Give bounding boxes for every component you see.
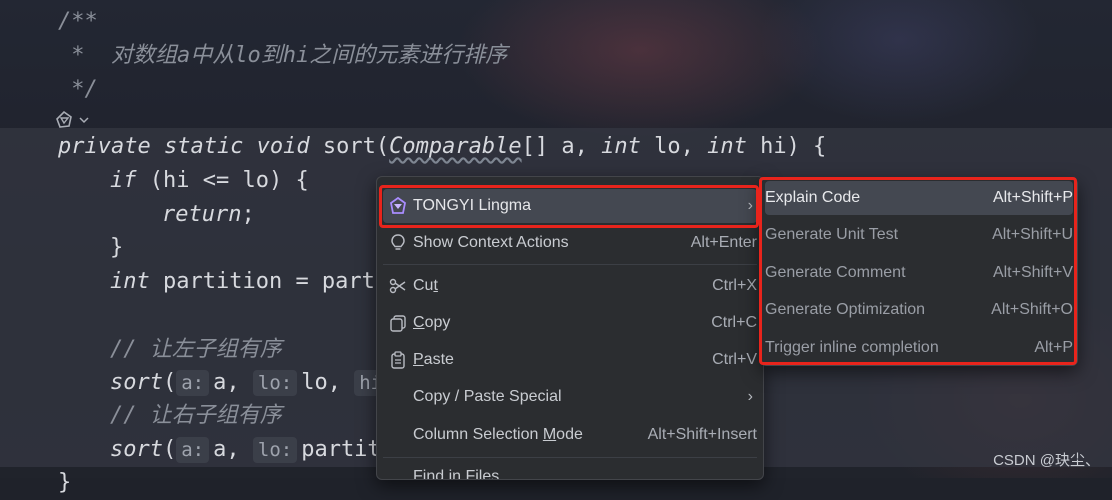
code-line: */ <box>58 77 98 102</box>
submenu-item-explain-code[interactable]: Explain Code Alt+Shift+P <box>765 181 1073 215</box>
param-hint: lo: <box>252 437 298 463</box>
code-comment: // 让右子组有序 <box>110 403 282 428</box>
method-signature: private static void sort(Comparable[] a,… <box>58 134 827 159</box>
code-line: /** <box>58 9 98 34</box>
code-line: * 对数组a中从lo到hi之间的元素进行排序 <box>58 43 508 68</box>
menu-item-tongyi-lingma[interactable]: TONGYI Lingma › <box>383 189 757 223</box>
code-line: int partition = parti <box>110 269 389 294</box>
submenu-item-trigger-inline-completion[interactable]: Trigger inline completion Alt+P <box>765 331 1073 365</box>
menu-item-show-context-actions[interactable]: Show Context Actions Alt+Enter <box>383 226 757 260</box>
code-line: sort(a:a, lo:lo, hi: <box>110 366 403 400</box>
menu-separator <box>383 264 757 265</box>
code-line: } <box>110 235 124 260</box>
code-line: return; <box>162 202 255 227</box>
menu-separator <box>383 457 757 458</box>
context-menu: TONGYI Lingma › Show Context Actions Alt… <box>376 176 764 480</box>
bulb-icon <box>383 234 413 252</box>
code-line: if (hi <= lo) { <box>110 168 309 193</box>
code-comment: // 让左子组有序 <box>110 337 282 362</box>
param-hint: a: <box>176 437 210 463</box>
code-line: sort(a: a, lo: partiti <box>110 437 394 463</box>
submenu-item-generate-comment[interactable]: Generate Comment Alt+Shift+V <box>765 256 1073 290</box>
menu-item-copy-paste-special[interactable]: Copy / Paste Special › <box>383 380 757 414</box>
lingma-submenu: Explain Code Alt+Shift+P Generate Unit T… <box>760 178 1078 366</box>
code-line: } <box>58 470 72 495</box>
menu-item-paste[interactable]: Paste Ctrl+V <box>383 343 757 377</box>
paste-icon <box>383 351 413 369</box>
menu-item-cut[interactable]: Cut Ctrl+X <box>383 269 757 303</box>
chevron-right-icon: › <box>747 197 753 214</box>
submenu-item-generate-optimization[interactable]: Generate Optimization Alt+Shift+O <box>765 293 1073 327</box>
menu-item-column-selection-mode[interactable]: Column Selection Mode Alt+Shift+Insert <box>383 418 757 452</box>
copy-icon <box>383 314 413 332</box>
submenu-item-generate-unit-test[interactable]: Generate Unit Test Alt+Shift+U <box>765 218 1073 252</box>
menu-item-copy[interactable]: Copy Ctrl+C <box>383 306 757 340</box>
param-hint: lo: <box>252 370 298 396</box>
scissors-icon <box>383 277 413 295</box>
param-hint: a: <box>176 370 210 396</box>
lingma-icon <box>383 197 413 215</box>
lingma-gutter-icon[interactable] <box>55 110 93 130</box>
watermark: CSDN @玦尘、 <box>993 452 1100 469</box>
menu-item-find-in-files[interactable]: Find in Files <box>383 460 757 479</box>
chevron-right-icon: › <box>747 388 753 405</box>
